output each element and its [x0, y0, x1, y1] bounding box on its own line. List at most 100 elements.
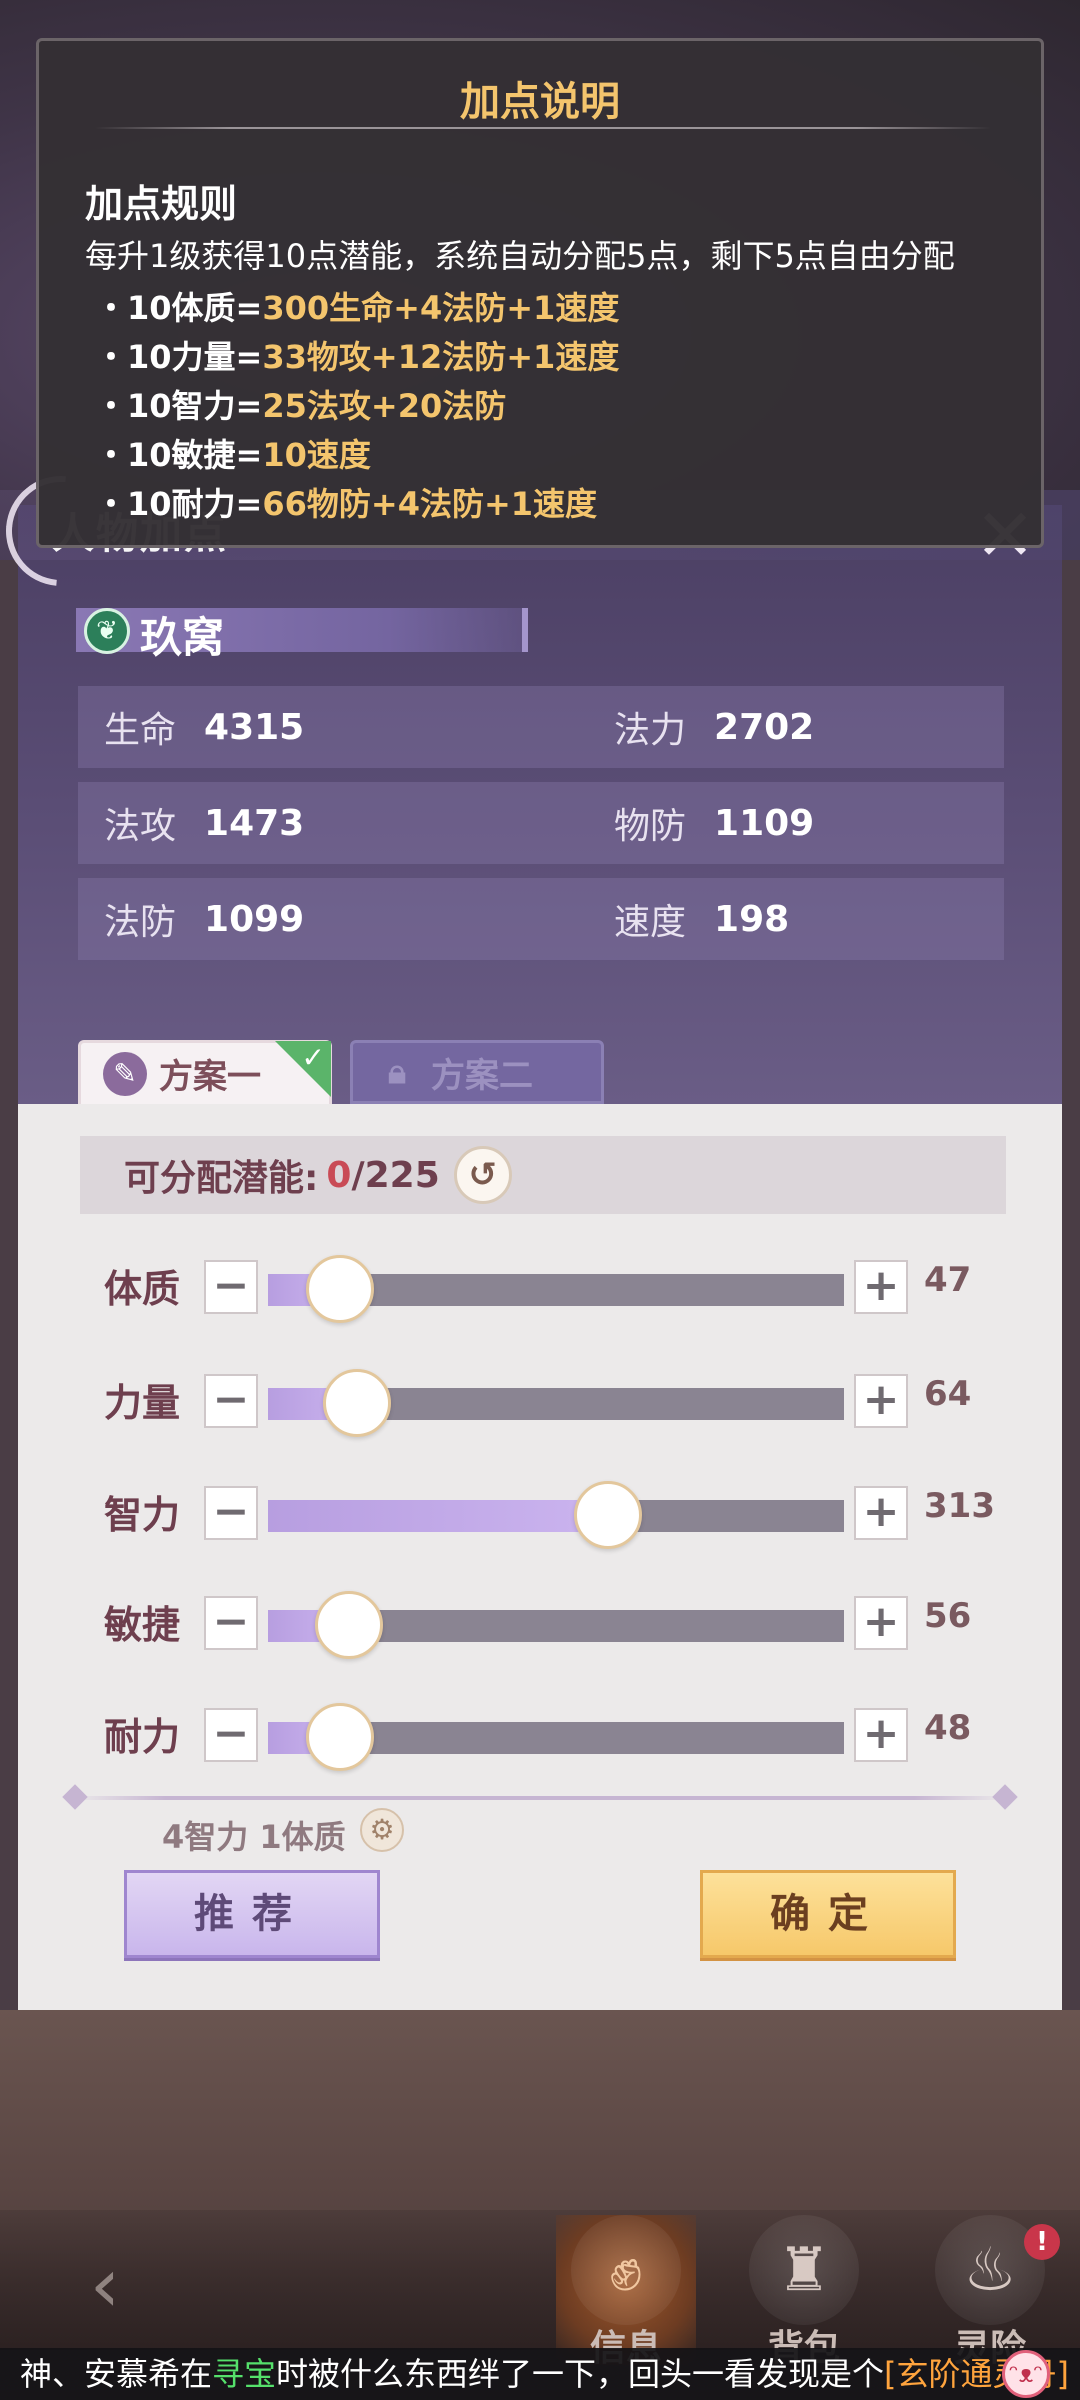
slider-thumb[interactable]: [323, 1369, 391, 1437]
allocation-used: 0: [326, 1154, 352, 1196]
stat-label: 物防: [614, 806, 687, 847]
stat-label: 法力: [614, 710, 687, 751]
ticker-text: 时被什么东西绊了一下，回头一看发现是个: [276, 2355, 885, 2393]
tooltip-divider: [95, 127, 991, 129]
back-arrow-icon[interactable]: ‹: [60, 2240, 150, 2330]
plus-button[interactable]: +: [854, 1374, 908, 1428]
minus-button[interactable]: −: [204, 1596, 258, 1650]
gear-icon[interactable]: ⚙: [360, 1808, 404, 1852]
minus-button[interactable]: −: [204, 1708, 258, 1762]
recommendation-text: 4智力 1体质: [162, 1818, 346, 1856]
rule-line: ・10力量=33物攻+12法防+1速度: [95, 332, 619, 378]
bag-icon: ♜: [749, 2215, 859, 2325]
stat-label: 生命: [104, 710, 177, 751]
fist-icon: ✊︎: [571, 2215, 681, 2325]
tooltip-title: 加点说明: [460, 79, 620, 125]
rule-line: ・10智力=25法攻+20法防: [95, 381, 506, 427]
tooltip-subtitle: 加点规则: [85, 182, 238, 226]
minus-button[interactable]: −: [204, 1374, 258, 1428]
stat-label: 速度: [614, 902, 687, 943]
rule-line: ・10耐力=66物防+4法防+1速度: [95, 479, 597, 525]
rule-line: ・10体质=300生命+4法防+1速度: [95, 283, 619, 329]
slider-thumb[interactable]: [306, 1255, 374, 1323]
stat-value: 198: [714, 898, 790, 940]
alert-badge: !: [1024, 2224, 1060, 2260]
ticker-text: 神、安慕希在: [20, 2355, 213, 2393]
ticker-highlight-green: 寻宝: [212, 2355, 277, 2393]
attribute-value: 47: [924, 1260, 972, 1300]
stat-cell: 速度 198: [614, 878, 789, 960]
plus-button[interactable]: +: [854, 1708, 908, 1762]
allocation-label: 可分配潜能:: [124, 1158, 319, 1199]
rule-effect: 66物防+4法防+1速度: [262, 485, 598, 523]
plus-button[interactable]: +: [854, 1486, 908, 1540]
attribute-slider[interactable]: [268, 1369, 844, 1437]
attribute-label: 耐力: [104, 1715, 181, 1759]
minus-button[interactable]: −: [204, 1260, 258, 1314]
stat-cell: 生命 4315: [104, 686, 304, 768]
slider-thumb[interactable]: [574, 1481, 642, 1549]
slider-fill: [268, 1500, 608, 1532]
rule-prefix: ・10耐力=: [95, 485, 263, 523]
stat-row: 生命 4315 法力 2702: [78, 686, 1004, 768]
check-icon: ✓: [301, 1041, 325, 1074]
attribute-value: 48: [924, 1708, 972, 1748]
stat-value: 1099: [204, 898, 305, 940]
slider-thumb[interactable]: [306, 1703, 374, 1771]
stat-value: 2702: [714, 706, 815, 748]
nav-item-bag[interactable]: ♜ 背包: [734, 2215, 874, 2369]
emoji-face-icon: ᵔᴥᵔ: [1002, 2350, 1050, 2398]
attribute-slider[interactable]: [268, 1591, 844, 1659]
attribute-value: 64: [924, 1374, 972, 1414]
attribute-label: 智力: [104, 1493, 181, 1537]
rule-prefix: ・10敏捷=: [95, 436, 263, 474]
rule-effect: 25法攻+20法防: [262, 387, 507, 425]
nav-item-info[interactable]: ✊︎ 信息: [556, 2215, 696, 2369]
confirm-button[interactable]: 确定: [700, 1870, 956, 1958]
minus-button[interactable]: −: [204, 1486, 258, 1540]
stat-row: 法防 1099 速度 198: [78, 878, 1004, 960]
rule-prefix: ・10智力=: [95, 387, 263, 425]
plus-button[interactable]: +: [854, 1596, 908, 1650]
plus-button[interactable]: +: [854, 1260, 908, 1314]
character-name: 玖窝: [140, 613, 225, 662]
tab-plan-two[interactable]: 🔒︎ 方案二: [350, 1040, 604, 1104]
lock-icon: 🔒︎: [387, 1052, 407, 1092]
stat-row: 法攻 1473 物防 1109: [78, 782, 1004, 864]
stat-value: 1473: [204, 802, 305, 844]
stat-value: 1109: [714, 802, 815, 844]
stat-cell: 法防 1099: [104, 878, 304, 960]
tab-plan-one[interactable]: ✎ 方案一 ✓: [78, 1040, 332, 1104]
attribute-row: 耐力 − +48: [0, 1694, 1080, 1774]
reset-icon[interactable]: ↺: [453, 1146, 512, 1204]
attribute-label: 敏捷: [104, 1603, 181, 1647]
recommend-button[interactable]: 推荐: [124, 1870, 380, 1958]
attribute-row: 体质 − +47: [0, 1246, 1080, 1326]
slider-thumb[interactable]: [315, 1591, 383, 1659]
attribute-slider[interactable]: [268, 1255, 844, 1323]
attribute-label: 体质: [104, 1267, 181, 1311]
rule-prefix: ・10力量=: [95, 338, 263, 376]
attribute-value: 313: [924, 1486, 995, 1526]
leaf-icon: ❦: [84, 608, 130, 654]
stat-value: 4315: [204, 706, 305, 748]
stat-cell: 法力 2702: [614, 686, 814, 768]
attribute-slider[interactable]: [268, 1703, 844, 1771]
allocation-info-tooltip: 加点说明 加点规则 每升1级获得10点潜能，系统自动分配5点，剩下5点自由分配 …: [36, 38, 1044, 548]
attribute-row: 智力 − +313: [0, 1472, 1080, 1552]
tooltip-description: 每升1级获得10点潜能，系统自动分配5点，剩下5点自由分配: [85, 237, 955, 275]
rule-effect: 33物攻+12法防+1速度: [262, 338, 620, 376]
stat-label: 法攻: [104, 806, 177, 847]
attribute-value: 56: [924, 1596, 972, 1636]
attribute-row: 力量 − +64: [0, 1360, 1080, 1440]
stat-cell: 物防 1109: [614, 782, 814, 864]
allocation-total: /225: [351, 1154, 440, 1196]
rule-effect: 10速度: [262, 436, 371, 474]
brush-icon: ✎: [103, 1051, 147, 1096]
rule-prefix: ・10体质=: [95, 289, 263, 327]
attribute-slider[interactable]: [268, 1481, 844, 1549]
rule-line: ・10敏捷=10速度: [95, 430, 371, 476]
tab-label: 方案二: [431, 1055, 533, 1096]
rule-effect: 300生命+4法防+1速度: [262, 289, 620, 327]
attribute-label: 力量: [104, 1381, 181, 1425]
